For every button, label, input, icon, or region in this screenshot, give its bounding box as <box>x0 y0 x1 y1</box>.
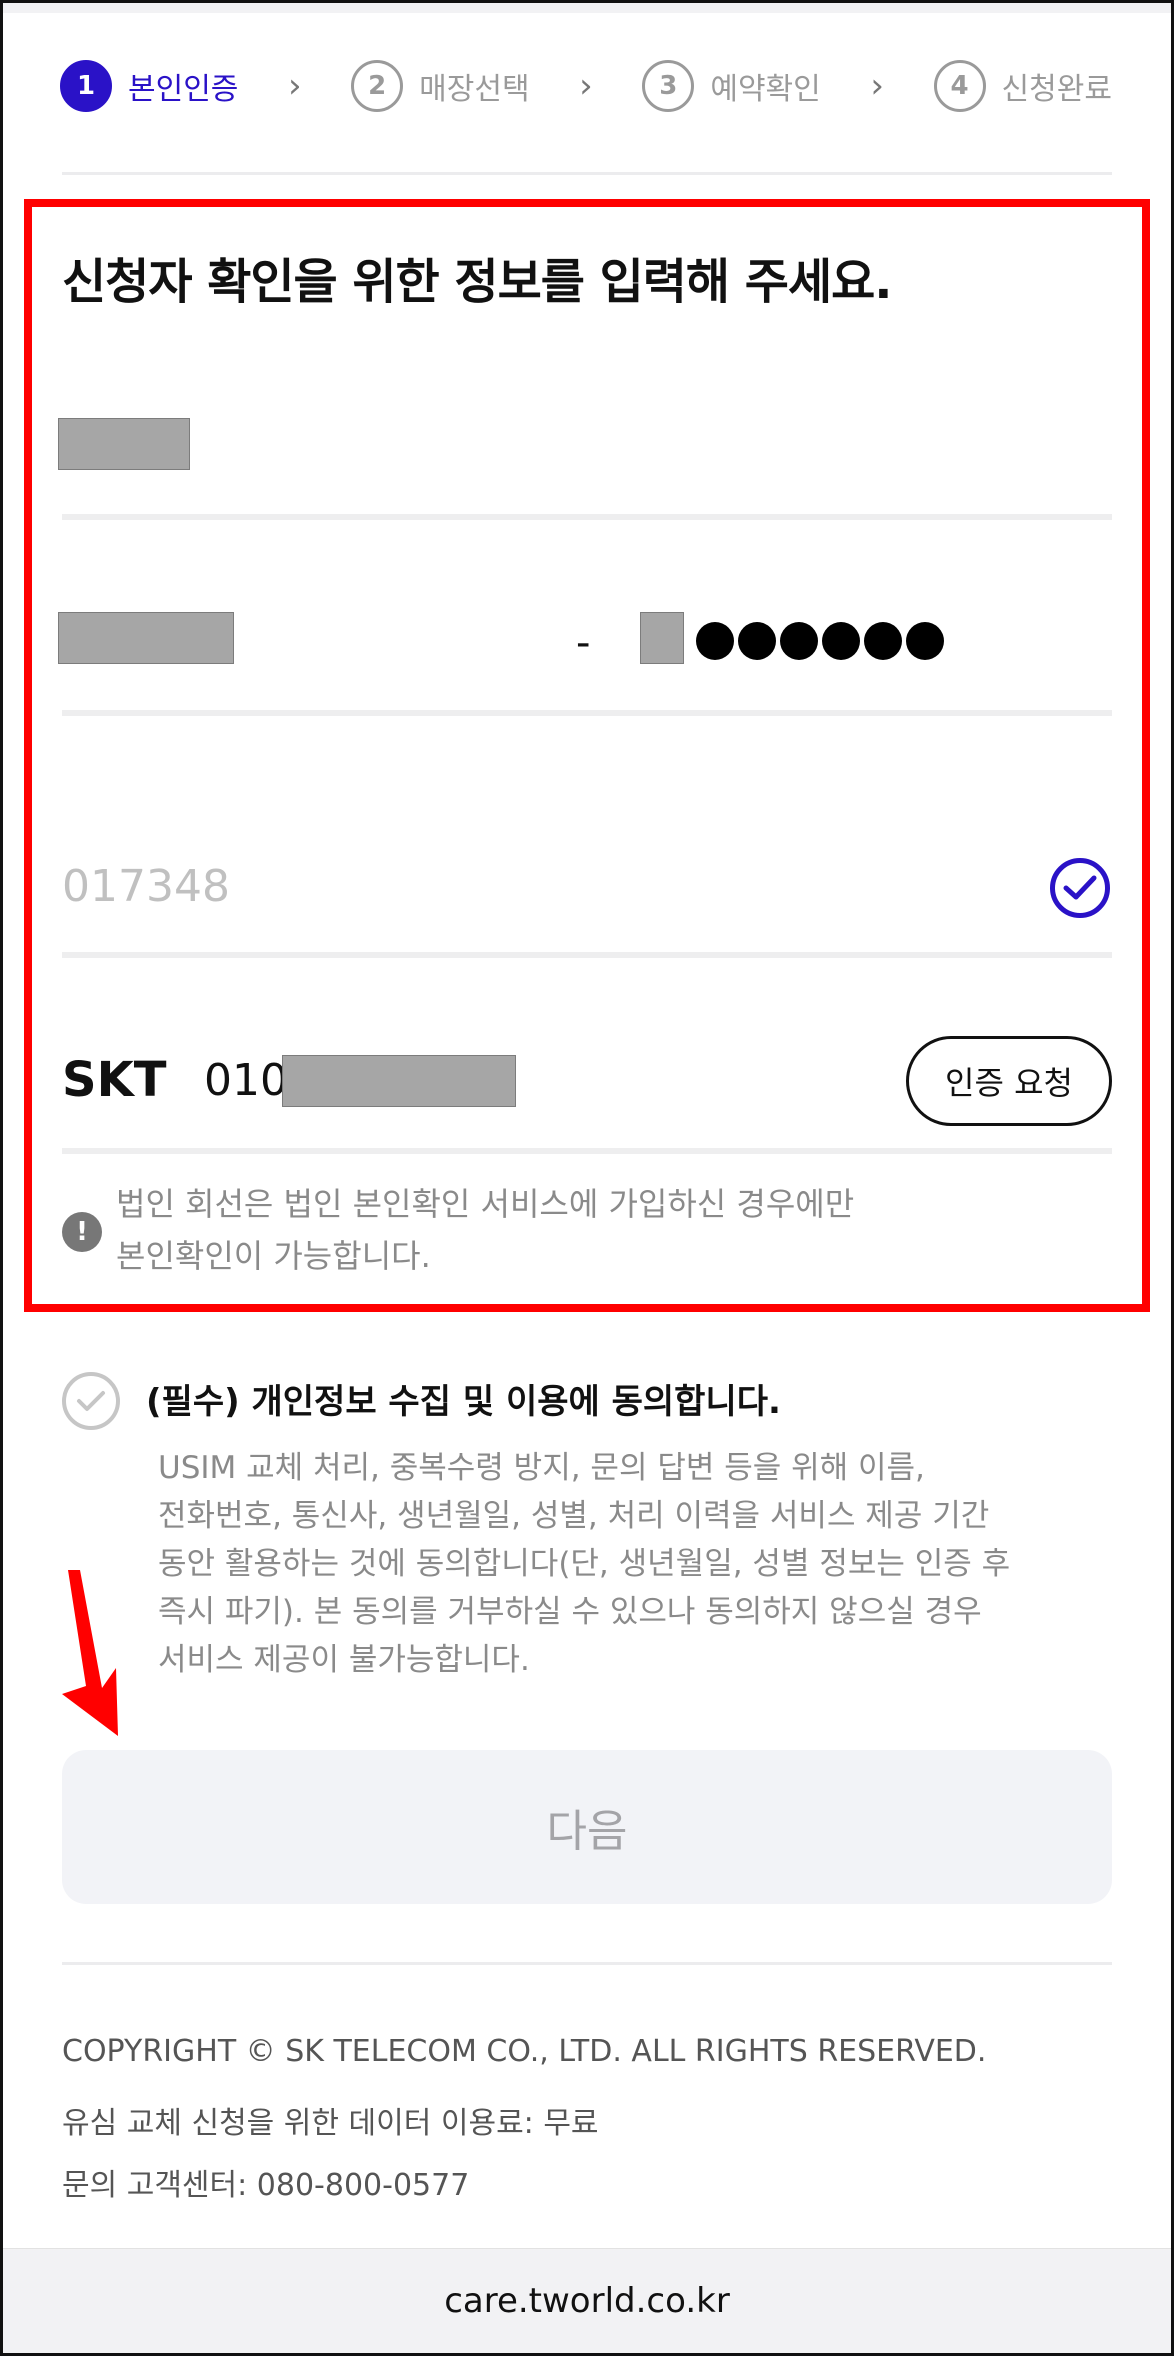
notice-line: 법인 회선은 법인 본인확인 서비스에 가입하신 경우에만 <box>116 1185 855 1223</box>
consent-description: USIM 교체 처리, 중복수령 방지, 문의 답변 등을 위해 이름, 전화번… <box>158 1444 1098 1684</box>
step-number: 4 <box>933 60 986 112</box>
highlight-box <box>24 199 1150 1312</box>
consent-title[interactable]: (필수) 개인정보 수집 및 이용에 동의합니다. <box>146 1374 781 1423</box>
mask-dot <box>822 622 860 660</box>
code-field-underline <box>62 952 1112 958</box>
step-4: 4 신청완료 <box>933 60 1112 112</box>
verification-code-input[interactable] <box>62 858 962 914</box>
chevron-right-icon: › <box>287 66 302 106</box>
consent-line: 전화번호, 통신사, 생년월일, 성별, 처리 이력을 서비스 제공 기간 <box>158 1498 990 1534</box>
step-label: 신청완료 <box>1001 72 1112 107</box>
carrier-label[interactable]: SKT <box>62 1052 167 1108</box>
auth-request-button[interactable]: 인증 요청 <box>906 1036 1112 1126</box>
step-label: 본인인증 <box>128 72 239 107</box>
step-3: 3 예약확인 <box>642 60 821 112</box>
step-number: 2 <box>351 60 404 112</box>
chevron-right-icon: › <box>579 66 593 106</box>
consent-line: 서비스 제공이 불가능합니다. <box>158 1642 530 1678</box>
birthdate-field-redacted[interactable] <box>58 612 234 664</box>
step-1: 1 본인인증 <box>60 60 238 112</box>
step-number: 1 <box>60 60 112 112</box>
form-headline: 신청자 확인을 위한 정보를 입력해 주세요. <box>62 254 893 310</box>
next-button[interactable]: 다음 <box>62 1750 1112 1904</box>
stepper-divider <box>62 172 1112 175</box>
top-strip <box>3 3 1171 13</box>
phone-number-redacted[interactable] <box>282 1055 516 1107</box>
verified-check-icon <box>1050 858 1110 918</box>
notice-line: 본인확인이 가능합니다. <box>116 1237 431 1275</box>
contact-text: 문의 고객센터: 080-800-0577 <box>62 2168 470 2203</box>
check-icon <box>77 1391 105 1411</box>
consent-line: 즉시 파기). 본 동의를 거부하실 수 있으나 동의하지 않으실 경우 <box>158 1594 982 1630</box>
chevron-right-icon: › <box>870 66 884 106</box>
phone-field-underline <box>62 1148 1112 1154</box>
step-label: 매장선택 <box>419 72 530 107</box>
url-text: care.tworld.co.kr <box>444 2281 730 2321</box>
browser-url-bar[interactable]: care.tworld.co.kr <box>3 2248 1171 2353</box>
gender-digit-redacted[interactable] <box>640 612 684 664</box>
step-label: 예약확인 <box>710 72 821 107</box>
id-field-underline <box>62 710 1112 716</box>
mask-dot <box>738 622 776 660</box>
step-2: 2 매장선택 <box>351 60 530 112</box>
exclamation-icon: ! <box>62 1212 102 1252</box>
consent-line: 동안 활용하는 것에 동의합니다(단, 생년월일, 성별 정보는 인증 후 <box>158 1546 1011 1582</box>
mask-dot <box>906 622 944 660</box>
mask-dot <box>696 622 734 660</box>
mask-dot <box>864 622 902 660</box>
red-arrow-icon <box>62 1570 118 1736</box>
copyright-text: COPYRIGHT © SK TELECOM CO., LTD. ALL RIG… <box>62 2034 987 2069</box>
phone-prefix: 010 <box>204 1055 288 1106</box>
masked-digits <box>696 622 944 660</box>
name-field-redacted[interactable] <box>58 418 190 470</box>
mask-dot <box>780 622 818 660</box>
data-fee-text: 유심 교체 신청을 위한 데이터 이용료: 무료 <box>62 2106 599 2141</box>
progress-stepper: 1 본인인증 › 2 매장선택 › 3 예약확인 › 4 신청완료 <box>60 54 1112 118</box>
corporate-line-notice: 법인 회선은 법인 본인확인 서비스에 가입하신 경우에만 본인확인이 가능합니… <box>116 1178 1016 1282</box>
consent-checkbox[interactable] <box>62 1372 120 1430</box>
name-field-underline <box>62 514 1112 520</box>
id-dash: - <box>576 620 591 666</box>
step-number: 3 <box>642 60 695 112</box>
consent-line: USIM 교체 처리, 중복수령 방지, 문의 답변 등을 위해 이름, <box>158 1450 925 1486</box>
footer-divider <box>62 1962 1112 1965</box>
